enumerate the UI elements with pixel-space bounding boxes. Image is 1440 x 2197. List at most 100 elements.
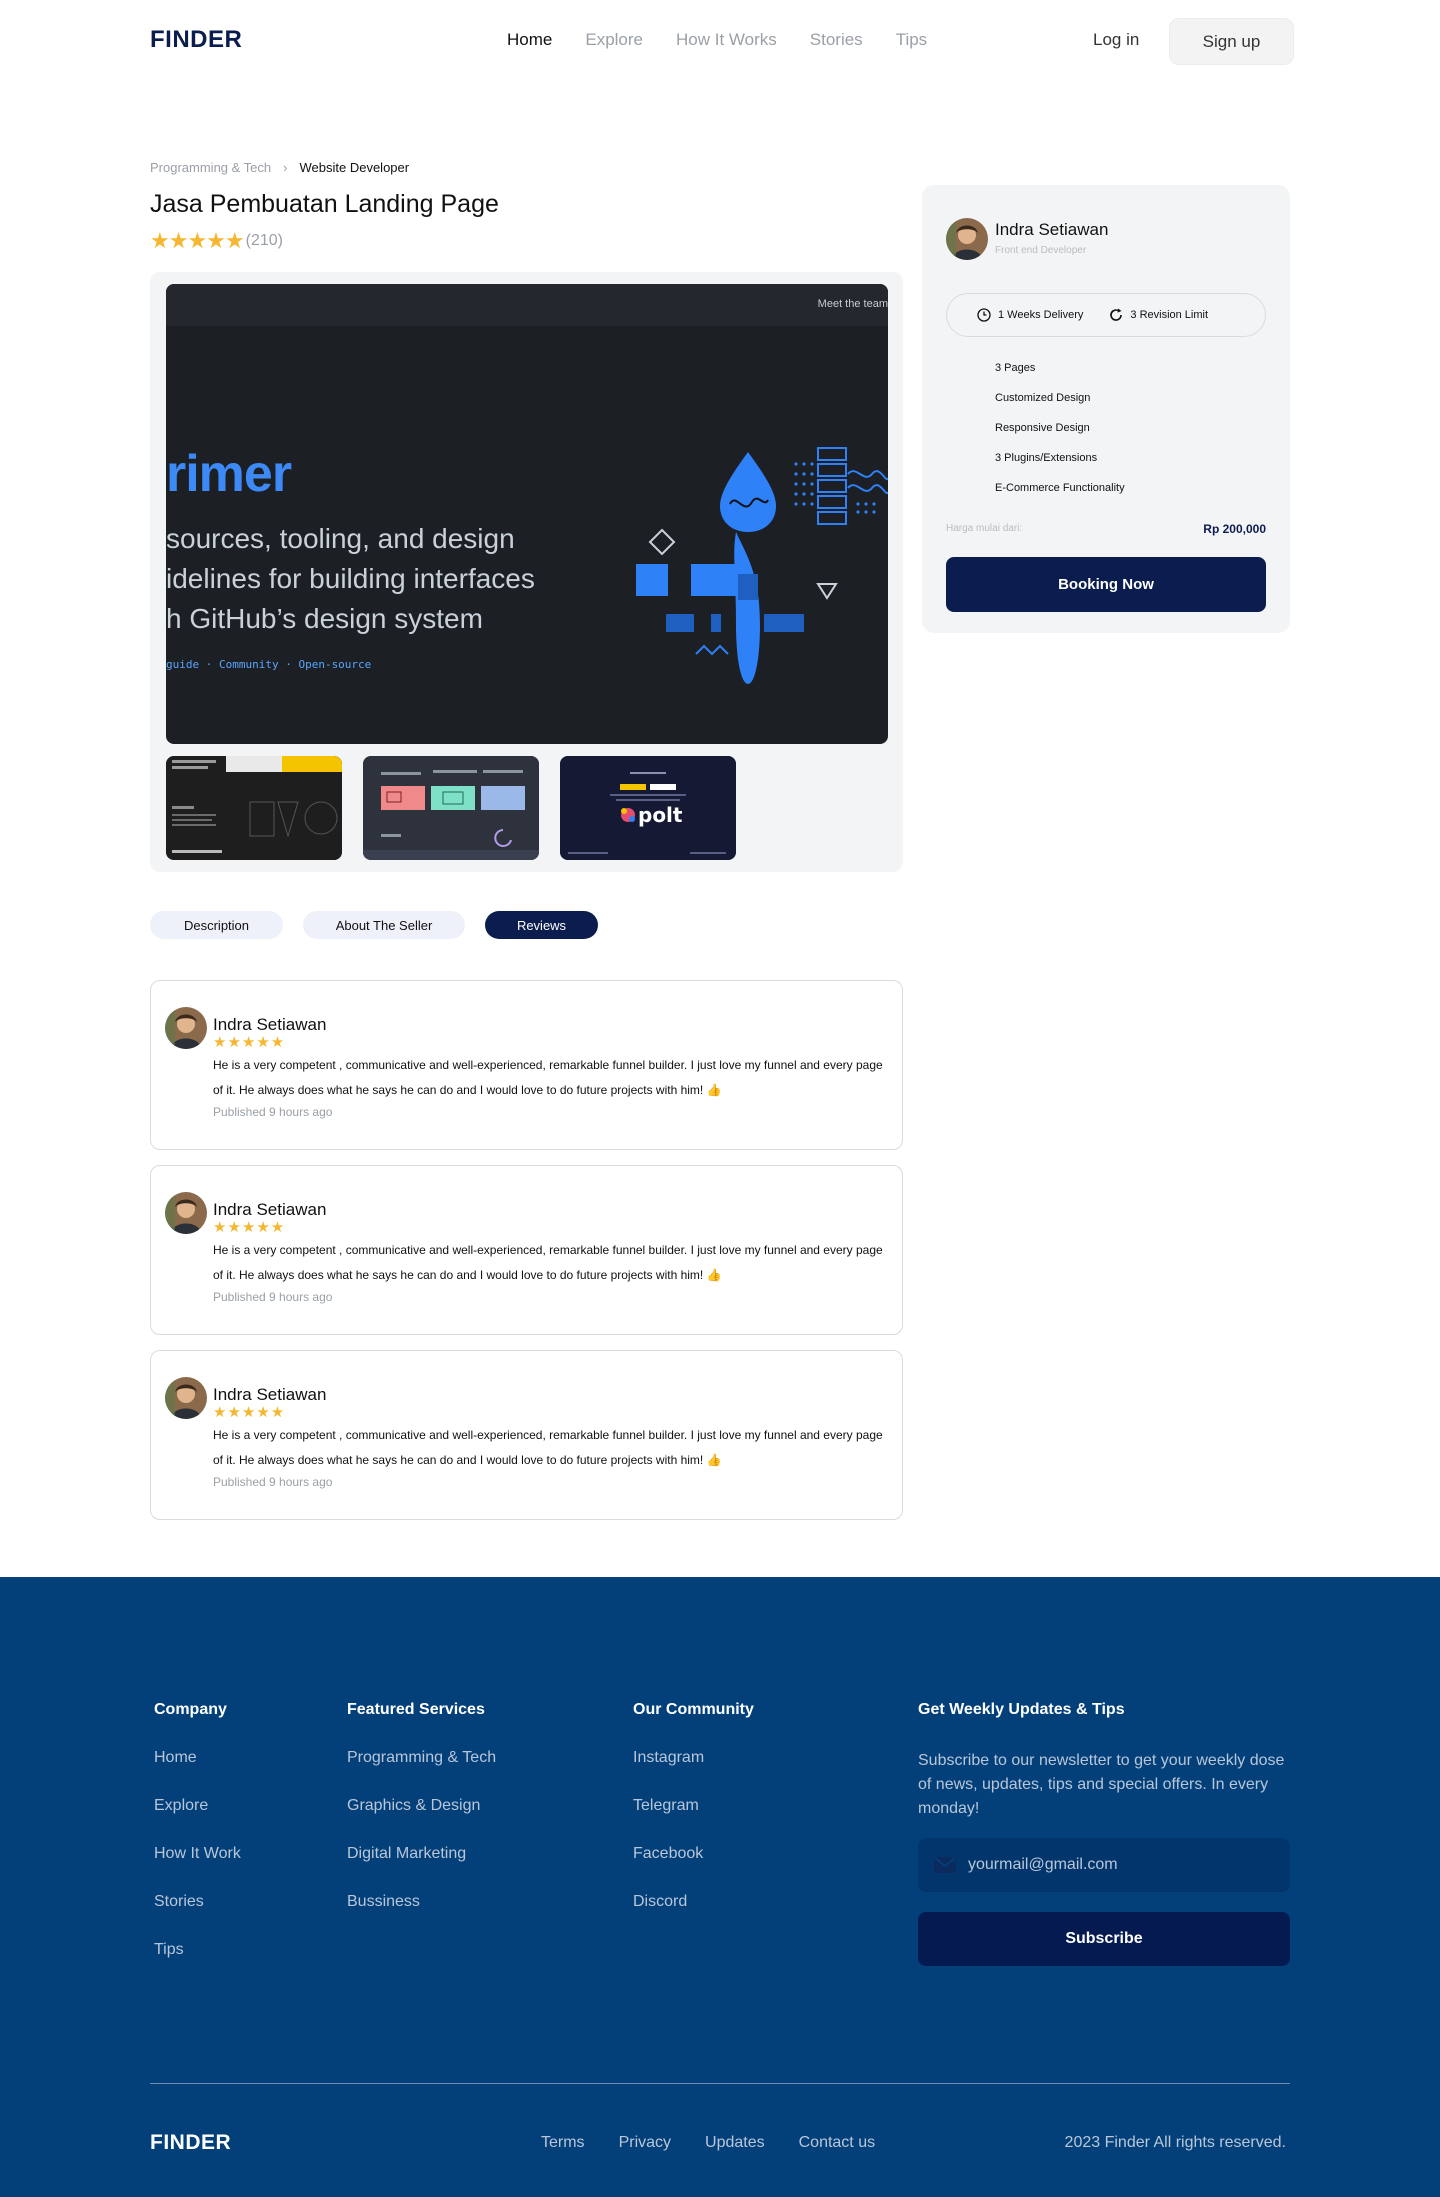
signup-button[interactable]: Sign up — [1169, 18, 1294, 65]
review-date: Published 9 hours ago — [213, 1290, 333, 1304]
subscribe-button[interactable]: Subscribe — [918, 1912, 1290, 1966]
tab-description[interactable]: Description — [150, 911, 283, 939]
gallery: Meet the team rimer sources, tooling, an… — [150, 272, 903, 872]
tab-about-seller[interactable]: About The Seller — [303, 911, 465, 939]
delivery-chip: 1 Weeks Delivery — [977, 308, 1083, 322]
footer-logo[interactable]: FINDER — [150, 2131, 231, 2155]
footer-heading: Get Weekly Updates & Tips — [918, 1701, 1125, 1718]
footer-link-tips[interactable]: Tips — [154, 1941, 241, 1989]
footer-link-instagram[interactable]: Instagram — [633, 1749, 754, 1797]
gallery-thumbnail[interactable] — [166, 756, 342, 860]
star-rating-icon: ★★★★★ — [213, 1219, 286, 1236]
preview-tagline-line: sources, tooling, and design — [166, 523, 515, 554]
delivery-text: 1 Weeks Delivery — [998, 309, 1084, 321]
booking-button[interactable]: Booking Now — [946, 557, 1266, 612]
footer-link-home[interactable]: Home — [154, 1749, 241, 1797]
footer-link-telegram[interactable]: Telegram — [633, 1797, 754, 1845]
footer-link-marketing[interactable]: Digital Marketing — [347, 1845, 496, 1893]
feature-item: Customized Design — [995, 392, 1091, 404]
nav-links: Home Explore How It Works Stories Tips — [507, 30, 927, 50]
footer-link-programming[interactable]: Programming & Tech — [347, 1749, 496, 1797]
gallery-thumbnail[interactable] — [363, 756, 539, 860]
review-text: He is a very competent , communicative a… — [213, 1243, 883, 1282]
email-field[interactable]: yourmail@gmail.com — [918, 1838, 1290, 1892]
price-label: Harga mulai dari: — [946, 523, 1023, 534]
footer-link-how-it-work[interactable]: How It Work — [154, 1845, 241, 1893]
mascot-illustration-icon — [636, 447, 888, 684]
footer-bottom-links: Terms Privacy Updates Contact us — [541, 2134, 875, 2152]
revision-text: 3 Revision Limit — [1130, 309, 1209, 321]
avatar — [165, 1377, 207, 1419]
footer-link-terms[interactable]: Terms — [541, 2134, 585, 2152]
footer-link-discord[interactable]: Discord — [633, 1893, 754, 1941]
gallery-thumbnail[interactable]: polt — [560, 756, 736, 860]
star-rating-icon: ★★★★★ — [150, 228, 245, 253]
review-card: Indra Setiawan ★★★★★ He is a very compet… — [150, 1165, 903, 1335]
main-preview-image[interactable]: Meet the team rimer sources, tooling, an… — [166, 284, 888, 744]
avatar — [165, 1192, 207, 1234]
footer-heading: Featured Services — [347, 1701, 485, 1718]
clock-icon — [977, 308, 991, 322]
feature-item: E-Commerce Functionality — [995, 482, 1125, 494]
footer-link-explore[interactable]: Explore — [154, 1797, 241, 1845]
tab-reviews[interactable]: Reviews — [485, 911, 598, 939]
service-title: Jasa Pembuatan Landing Page — [150, 190, 499, 218]
footer-heading: Company — [154, 1701, 227, 1718]
thumbnail-image-icon: polt — [560, 756, 736, 860]
preview-tagline: sources, tooling, and design idelines fo… — [166, 519, 586, 639]
footer-link-facebook[interactable]: Facebook — [633, 1845, 754, 1893]
review-count: (210) — [245, 232, 283, 249]
feature-item: 3 Pages — [995, 362, 1036, 374]
review-card: Indra Setiawan ★★★★★ He is a very compet… — [150, 980, 903, 1150]
review-card: Indra Setiawan ★★★★★ He is a very compet… — [150, 1350, 903, 1520]
detail-tabs: Description About The Seller Reviews — [150, 911, 598, 939]
revision-chip: 3 Revision Limit — [1109, 308, 1208, 322]
reviewer-name: Indra Setiawan — [213, 1385, 327, 1404]
newsletter-description: Subscribe to our newsletter to get your … — [918, 1752, 1285, 1817]
preview-tagline-line: h GitHub’s design system — [166, 603, 483, 634]
login-link[interactable]: Log in — [1093, 30, 1139, 50]
mail-icon — [934, 1857, 956, 1873]
star-rating-icon: ★★★★★ — [213, 1034, 286, 1051]
nav-how-it-works[interactable]: How It Works — [676, 30, 777, 50]
review-text: He is a very competent , communicative a… — [213, 1428, 883, 1467]
booking-card: Indra Setiawan Front end Developer 1 Wee… — [922, 185, 1290, 633]
footer-company: Company Home Explore How It Work Stories… — [154, 1701, 241, 1989]
nav-stories[interactable]: Stories — [810, 30, 863, 50]
footer-link-stories[interactable]: Stories — [154, 1893, 241, 1941]
footer-link-updates[interactable]: Updates — [705, 2134, 765, 2152]
feature-item: 3 Plugins/Extensions — [995, 452, 1098, 464]
breadcrumb-current[interactable]: Website Developer — [300, 160, 410, 175]
preview-links: guide · Community · Open-source — [166, 658, 372, 671]
copyright: 2023 Finder All rights reserved. — [1064, 2134, 1286, 2151]
thumbnail-image-icon — [363, 756, 539, 860]
preview-topbar — [166, 284, 888, 326]
service-rating: ★★★★★ (210) — [150, 228, 283, 254]
chevron-right-icon: › — [283, 160, 288, 175]
footer-community: Our Community Instagram Telegram Faceboo… — [633, 1701, 754, 1941]
top-nav: FINDER Home Explore How It Works Stories… — [0, 0, 1440, 82]
footer-link-graphics[interactable]: Graphics & Design — [347, 1797, 496, 1845]
review-text: He is a very competent , communicative a… — [213, 1058, 883, 1097]
seller-role: Front end Developer — [995, 245, 1087, 256]
email-placeholder: yourmail@gmail.com — [968, 1856, 1118, 1873]
logo[interactable]: FINDER — [150, 26, 242, 54]
avatar[interactable] — [946, 218, 988, 260]
nav-explore[interactable]: Explore — [585, 30, 643, 50]
seller-name[interactable]: Indra Setiawan — [995, 220, 1108, 240]
footer-link-privacy[interactable]: Privacy — [619, 2134, 671, 2152]
feature-list: 3 Pages Customized Design Responsive Des… — [995, 361, 1125, 511]
breadcrumb-category[interactable]: Programming & Tech — [150, 160, 271, 175]
preview-brand: rimer — [166, 445, 292, 503]
footer-link-business[interactable]: Bussiness — [347, 1893, 496, 1941]
nav-home[interactable]: Home — [507, 30, 552, 50]
preview-meet-text: Meet the team — [817, 298, 888, 310]
reviewer-name: Indra Setiawan — [213, 1200, 327, 1219]
review-date: Published 9 hours ago — [213, 1475, 333, 1489]
svg-text:polt: polt — [638, 803, 683, 827]
nav-tips[interactable]: Tips — [896, 30, 928, 50]
footer-newsletter: Get Weekly Updates & Tips Subscribe to o… — [918, 1701, 1293, 1821]
footer-link-contact[interactable]: Contact us — [799, 2134, 875, 2152]
reviewer-name: Indra Setiawan — [213, 1015, 327, 1034]
feature-item: Responsive Design — [995, 422, 1090, 434]
